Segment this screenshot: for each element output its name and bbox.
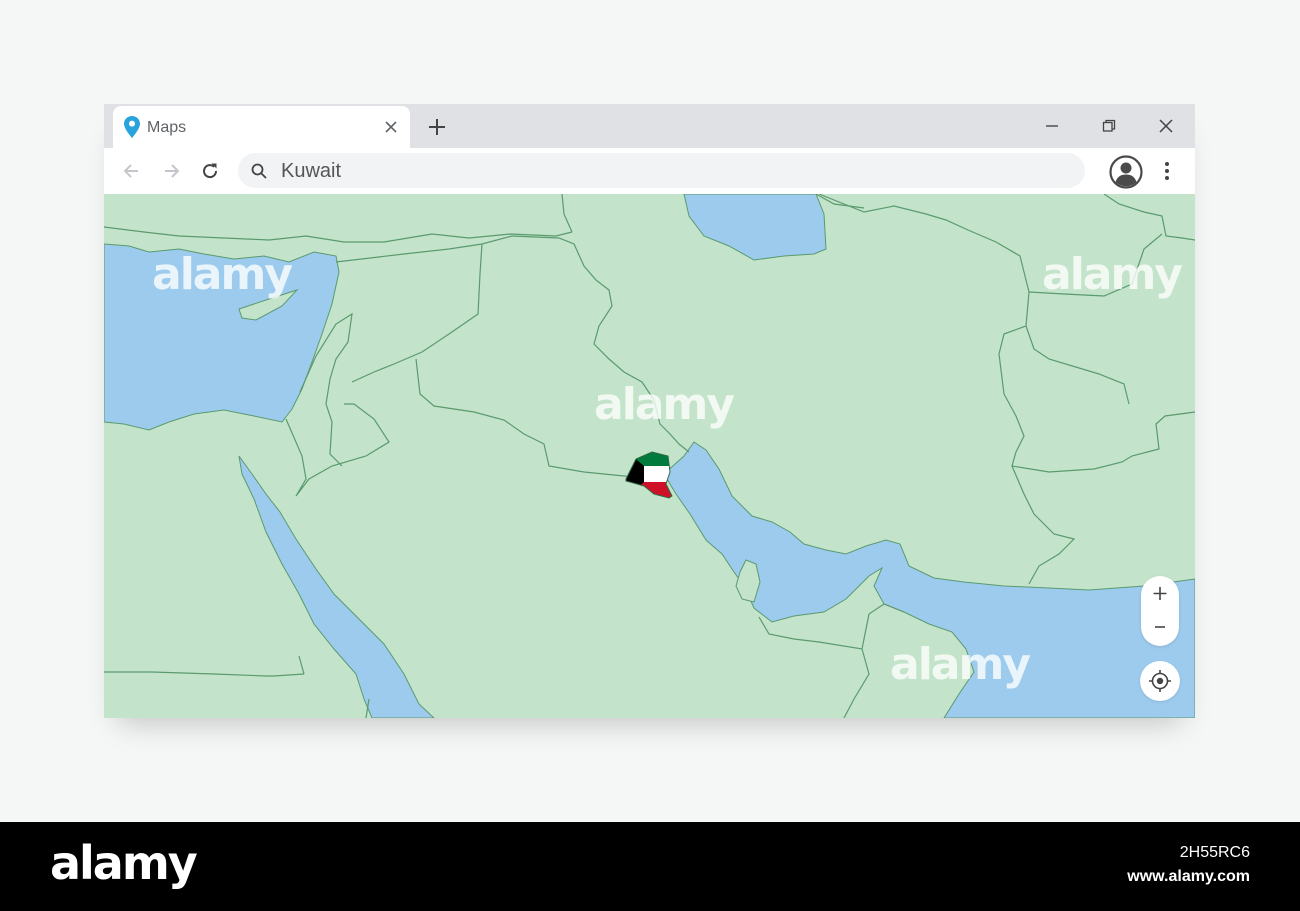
address-bar[interactable]: Kuwait (238, 153, 1085, 188)
zoom-control (1141, 576, 1179, 646)
reload-icon[interactable] (201, 162, 219, 180)
map-pin-icon (124, 116, 140, 138)
search-icon (251, 163, 267, 179)
locate-button[interactable] (1140, 661, 1180, 701)
tab-maps[interactable]: Maps (113, 106, 410, 148)
watermark-text: alamy (594, 379, 735, 430)
stock-footer: alamy 2H55RC6 www.alamy.com (0, 822, 1300, 911)
watermark-text: alamy (152, 249, 293, 300)
tab-bar: Maps (104, 104, 1195, 148)
crosshair-icon (1149, 670, 1171, 692)
zoom-in-button[interactable] (1141, 576, 1179, 611)
minimize-icon[interactable] (1045, 119, 1059, 133)
image-id: 2H55RC6 (1179, 844, 1250, 861)
zoom-out-button[interactable] (1141, 611, 1179, 646)
new-tab-icon[interactable] (428, 118, 446, 136)
browser-toolbar: Kuwait (104, 148, 1195, 194)
user-avatar-icon[interactable] (1109, 155, 1143, 189)
watermark-text: alamy (1042, 249, 1183, 300)
watermark-text: alamy (890, 639, 1031, 690)
search-input[interactable]: Kuwait (281, 160, 341, 183)
brand-logo: alamy (50, 836, 198, 890)
browser-window: Maps Kuwait alamy alamy alamy alamy (104, 104, 1195, 718)
site-url: www.alamy.com (1127, 868, 1250, 885)
restore-icon[interactable] (1102, 119, 1116, 133)
tab-title: Maps (147, 119, 187, 136)
map-view[interactable]: alamy alamy alamy alamy (104, 194, 1195, 718)
close-window-icon[interactable] (1159, 119, 1173, 133)
more-vert-icon[interactable] (1162, 161, 1172, 181)
close-tab-icon[interactable] (384, 120, 398, 134)
arrow-left-icon[interactable] (122, 162, 140, 180)
arrow-right-icon[interactable] (163, 162, 181, 180)
